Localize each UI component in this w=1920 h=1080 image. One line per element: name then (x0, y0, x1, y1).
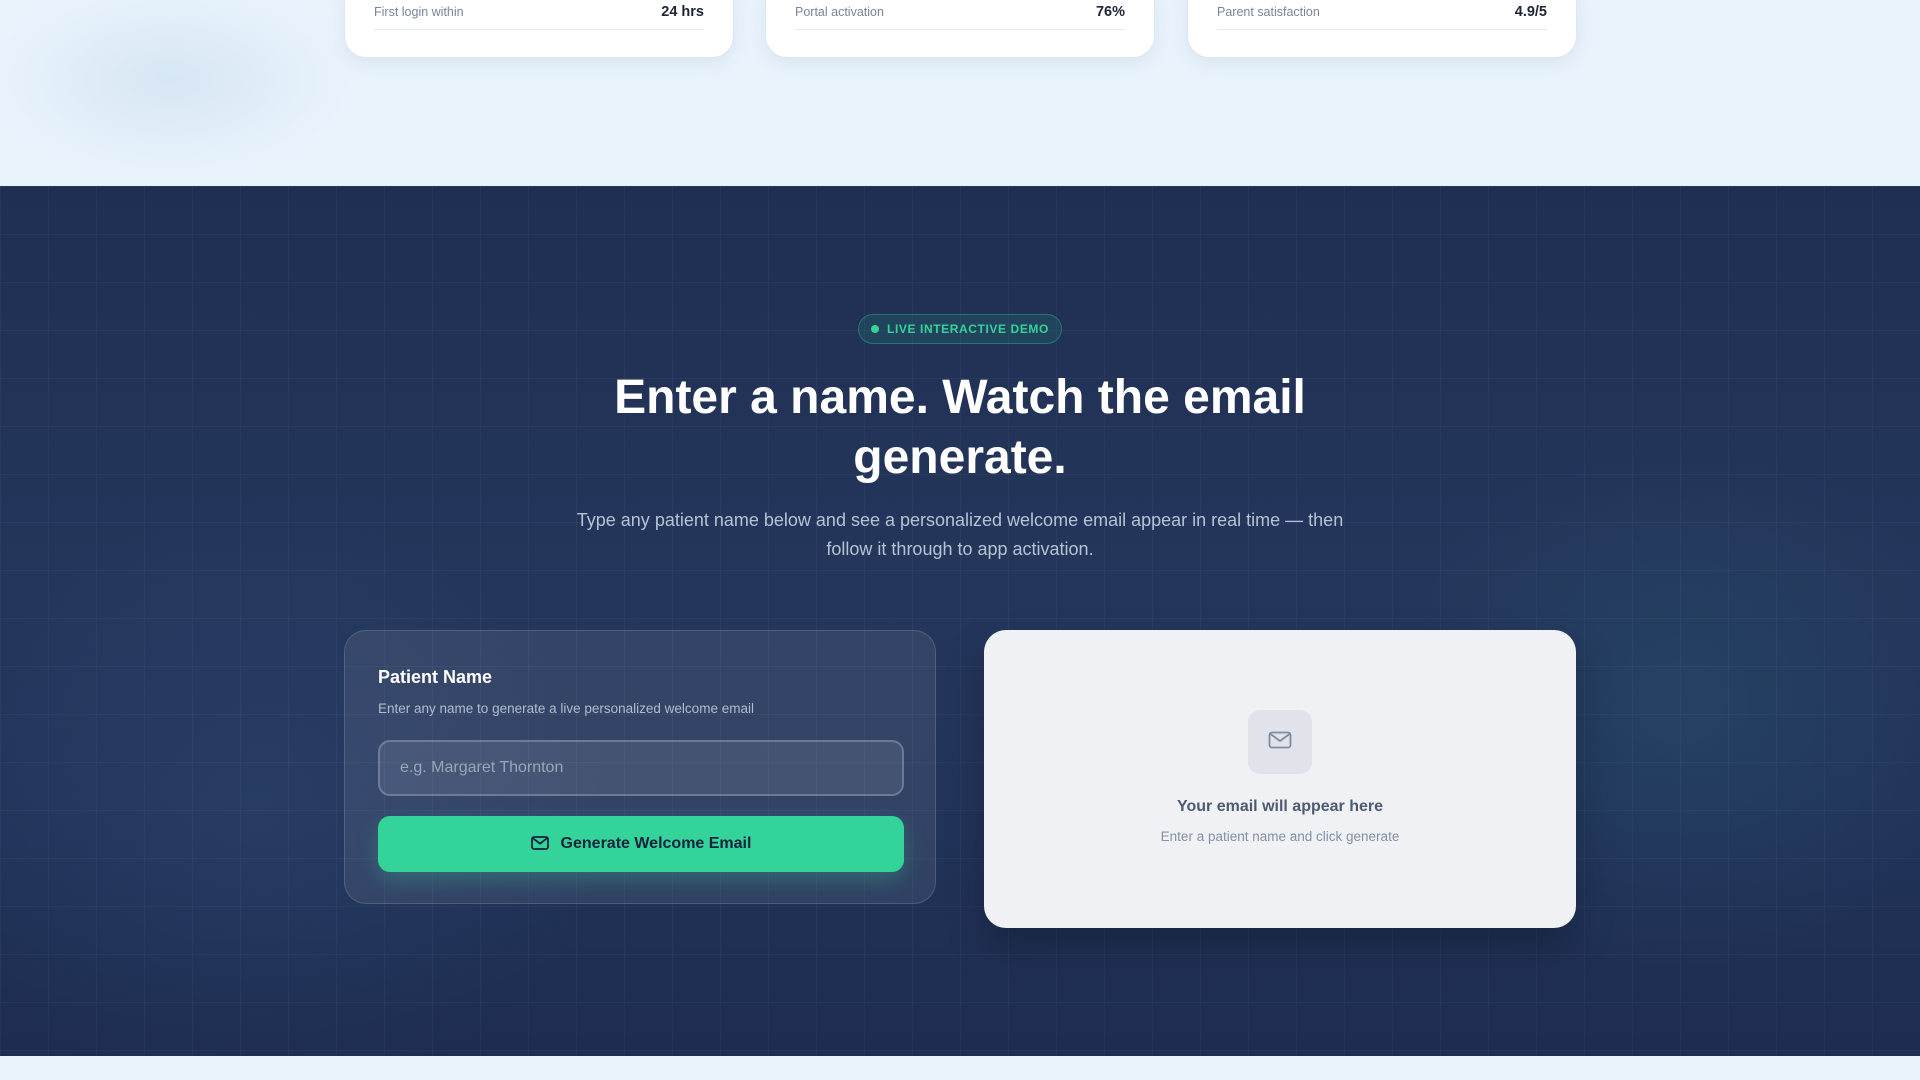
stat-label: First login within (374, 4, 464, 19)
mail-icon (530, 835, 549, 853)
preview-title: Your email will appear here (1177, 798, 1383, 815)
next-section-edge (0, 1056, 1920, 1080)
stat-row: First login within 24 hrs (374, 2, 704, 30)
stat-card-portal-activation: Portal activation 76% (765, 0, 1155, 58)
stat-value: 76% (1095, 3, 1125, 20)
stat-value: 4.9/5 (1514, 3, 1547, 20)
mail-icon (1268, 731, 1292, 754)
generate-email-button-label: Generate Welcome Email (560, 835, 752, 852)
section-subtext: Type any patient name below and see a pe… (576, 510, 1344, 559)
stat-value: 24 hrs (661, 3, 704, 20)
email-placeholder-icon-box (1248, 710, 1312, 774)
card-help-text: Enter any name to generate a live person… (378, 701, 754, 716)
status-dot-icon (871, 325, 880, 333)
preview-subtitle: Enter a patient name and click generate (1160, 829, 1400, 844)
stat-row: Parent satisfaction 4.9/5 (1217, 2, 1547, 30)
generate-email-button[interactable]: Generate Welcome Email (378, 816, 904, 872)
stat-label: Portal activation (795, 4, 884, 19)
live-demo-badge: LIVE INTERACTIVE DEMO (858, 314, 1062, 344)
patient-name-card: Patient Name Enter any name to generate … (344, 630, 936, 904)
patient-name-input[interactable] (378, 740, 904, 796)
stat-card-parent-satisfaction: Parent satisfaction 4.9/5 (1187, 0, 1577, 58)
stats-section: First login within 24 hrs Portal activat… (0, 0, 1920, 186)
stat-label: Parent satisfaction (1217, 4, 1320, 19)
stat-card-first-login: First login within 24 hrs (344, 0, 734, 58)
stat-row: Portal activation 76% (795, 2, 1125, 30)
email-preview-card: Your email will appear here Enter a pati… (984, 630, 1576, 928)
card-title: Patient Name (378, 667, 493, 687)
demo-section: LIVE INTERACTIVE DEMO Enter a name. Watc… (0, 186, 1920, 1056)
section-headline: Enter a name. Watch the email generate. (614, 371, 1306, 484)
badge-label: LIVE INTERACTIVE DEMO (887, 322, 1049, 336)
